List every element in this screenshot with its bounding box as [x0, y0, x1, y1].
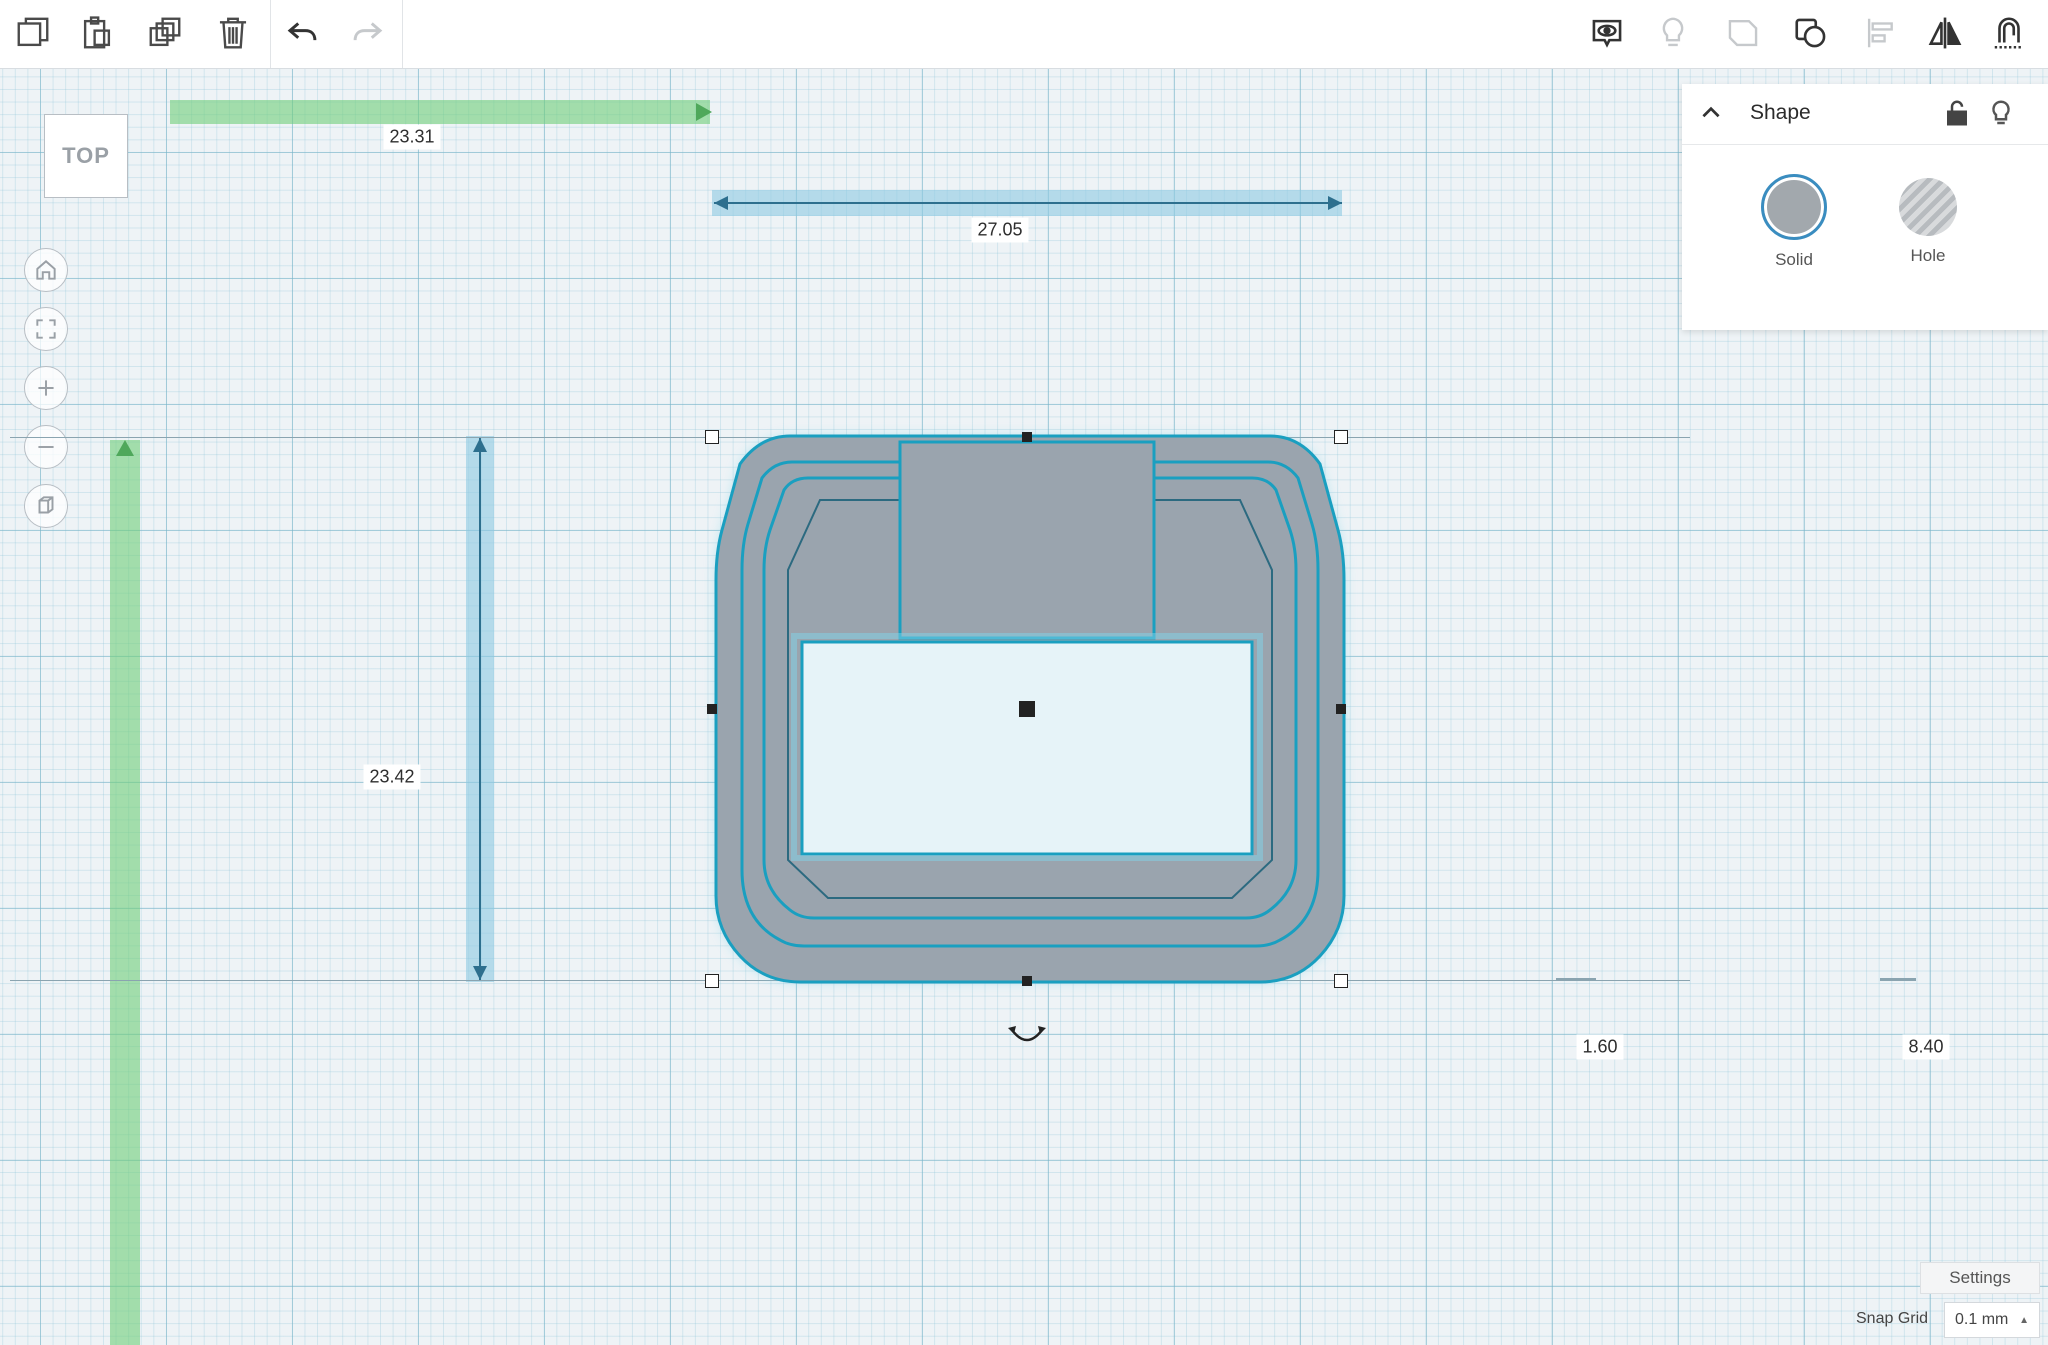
center-handle[interactable]	[1019, 701, 1035, 717]
height-label[interactable]: 1.60	[1576, 1034, 1624, 1060]
resize-handle-bottom-left[interactable]	[705, 974, 719, 988]
bulb-icon[interactable]	[1650, 10, 1696, 56]
solid-option[interactable]: Solid	[1734, 174, 1854, 270]
solid-label: Solid	[1775, 250, 1813, 269]
copy-icon[interactable]	[10, 10, 56, 56]
width-label[interactable]: 27.05	[971, 217, 1029, 243]
resize-handle-right[interactable]	[1336, 704, 1346, 714]
align-icon[interactable]	[1858, 10, 1904, 56]
view-cube[interactable]: TOP	[44, 114, 128, 198]
elevation-label[interactable]: 8.40	[1902, 1034, 1950, 1060]
resize-handle-bottom[interactable]	[1022, 976, 1032, 986]
snap-grid-value: 0.1 mm	[1955, 1311, 2009, 1328]
length-label[interactable]: 23.42	[363, 764, 421, 790]
zoom-out-icon[interactable]	[24, 425, 68, 469]
undo-icon[interactable]	[280, 10, 326, 56]
paste-icon[interactable]	[74, 10, 120, 56]
zoom-in-icon[interactable]	[24, 366, 68, 410]
snap-grid-label: Snap Grid	[1856, 1310, 1929, 1327]
main-toolbar	[0, 0, 2048, 69]
resize-handle-left[interactable]	[707, 704, 717, 714]
perspective-icon[interactable]	[24, 484, 68, 528]
hole-swatch[interactable]	[1899, 178, 1957, 236]
ungroup-icon[interactable]	[1788, 10, 1834, 56]
delete-icon[interactable]	[210, 10, 256, 56]
show-all-icon[interactable]	[1584, 10, 1630, 56]
solid-swatch[interactable]	[1761, 174, 1827, 240]
cruise-icon[interactable]	[1986, 10, 2032, 56]
panel-title: Shape	[1750, 101, 1811, 124]
blue-dimension-horizontal-line	[714, 196, 1342, 210]
green-ruler-arrow	[696, 103, 712, 121]
panel-header: Shape	[1682, 84, 2048, 145]
green-ruler-horizontal	[170, 100, 710, 124]
green-ruler-vertical-arrow	[116, 440, 134, 456]
resize-handle-top[interactable]	[1022, 432, 1032, 442]
hole-label: Hole	[1910, 246, 1946, 265]
elevation-tick	[1880, 978, 1916, 981]
height-tick	[1556, 978, 1596, 981]
fit-view-icon[interactable]	[24, 307, 68, 351]
hole-option[interactable]: Hole	[1868, 174, 1988, 266]
resize-handle-bottom-right[interactable]	[1334, 974, 1348, 988]
shape-inspector-panel: Shape Solid Hole	[1682, 84, 2048, 330]
caret-up-icon: ▲	[2019, 1315, 2029, 1326]
green-ruler-vertical	[110, 440, 140, 1345]
blue-dimension-vertical-line	[473, 438, 487, 980]
home-icon[interactable]	[24, 248, 68, 292]
chevron-up-icon[interactable]	[1698, 100, 1724, 126]
settings-button[interactable]: Settings	[1920, 1262, 2040, 1294]
snap-grid-select[interactable]: 0.1 mm ▲	[1944, 1302, 2040, 1338]
duplicate-icon[interactable]	[142, 10, 188, 56]
resize-handle-top-right[interactable]	[1334, 430, 1348, 444]
resize-handle-top-left[interactable]	[705, 430, 719, 444]
bulb-icon[interactable]	[1986, 98, 2016, 128]
group-icon[interactable]	[1720, 10, 1766, 56]
rotate-handle-icon[interactable]	[1006, 1022, 1048, 1050]
green-horizontal-label[interactable]: 23.31	[383, 124, 441, 150]
mirror-icon[interactable]	[1922, 10, 1968, 56]
redo-icon[interactable]	[344, 10, 390, 56]
lock-icon[interactable]	[1942, 98, 1972, 128]
